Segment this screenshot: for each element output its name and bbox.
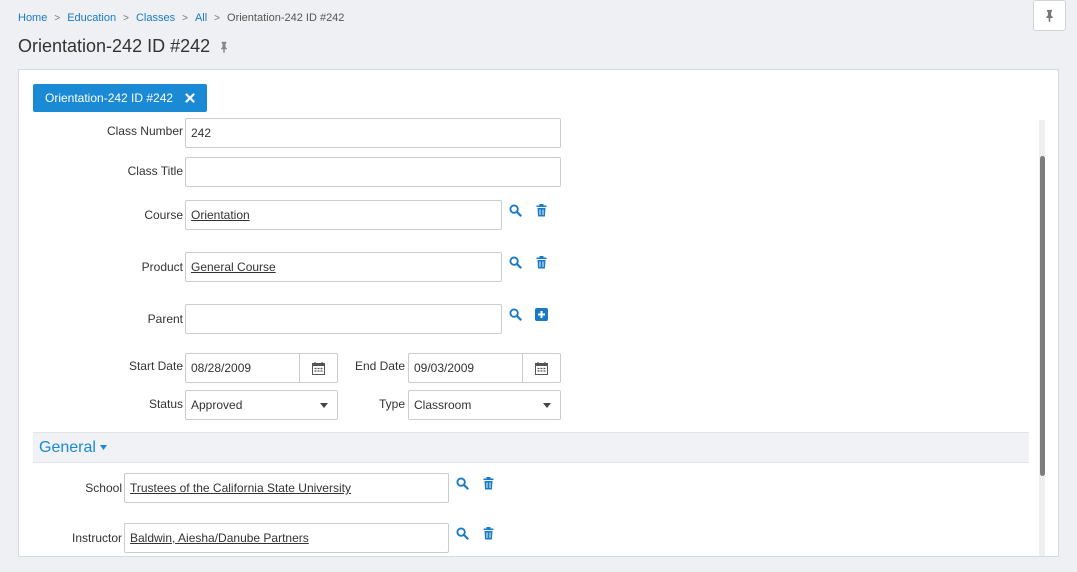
- parent-input[interactable]: [185, 304, 502, 334]
- type-value: Classroom: [414, 398, 472, 412]
- parent-label: Parent: [147, 312, 183, 326]
- trash-icon[interactable]: [480, 525, 496, 541]
- course-link[interactable]: Orientation: [191, 208, 250, 222]
- start-date-field: 08/28/2009: [185, 353, 338, 383]
- general-section-header[interactable]: General: [33, 432, 1029, 463]
- page-title: Orientation-242 ID #242: [18, 36, 211, 56]
- class-number-input[interactable]: 242: [185, 118, 561, 148]
- record-tab-label: Orientation-242 ID #242: [45, 91, 174, 105]
- end-date-label: End Date: [354, 359, 405, 373]
- start-date-input[interactable]: 08/28/2009: [186, 354, 300, 382]
- scrollbar-thumb[interactable]: [1040, 156, 1045, 476]
- status-label: Status: [148, 397, 183, 411]
- breadcrumb-all[interactable]: All: [195, 12, 207, 24]
- type-select[interactable]: Classroom: [408, 390, 561, 420]
- breadcrumb-classes[interactable]: Classes: [136, 12, 175, 24]
- search-icon[interactable]: [454, 525, 470, 541]
- breadcrumb: Home > Education > Classes > All > Orien…: [18, 12, 344, 24]
- class-title-label: Class Title: [127, 164, 183, 178]
- breadcrumb-home[interactable]: Home: [18, 12, 47, 24]
- breadcrumb-education[interactable]: Education: [67, 12, 116, 24]
- page-title-row: Orientation-242 ID #242: [18, 36, 230, 57]
- course-label: Course: [144, 208, 183, 222]
- instructor-label: Instructor: [71, 531, 122, 545]
- instructor-input[interactable]: Baldwin, Aiesha/Danube Partners: [124, 523, 449, 553]
- record-tab[interactable]: Orientation-242 ID #242: [33, 84, 208, 112]
- product-input[interactable]: General Course: [185, 252, 502, 282]
- search-icon[interactable]: [507, 202, 523, 218]
- close-icon[interactable]: [185, 93, 195, 103]
- trash-icon[interactable]: [480, 475, 496, 491]
- breadcrumb-separator: >: [54, 12, 61, 24]
- breadcrumb-separator: >: [214, 12, 221, 24]
- status-select[interactable]: Approved: [185, 390, 338, 420]
- course-input[interactable]: Orientation: [185, 200, 502, 230]
- search-icon[interactable]: [507, 254, 523, 270]
- class-number-label: Class Number: [106, 124, 183, 138]
- record-panel: Orientation-242 ID #242 Class Number 242…: [18, 69, 1059, 557]
- chevron-down-icon[interactable]: [534, 391, 560, 419]
- school-label: School: [85, 481, 122, 495]
- type-label: Type: [378, 397, 405, 411]
- product-link[interactable]: General Course: [191, 260, 276, 274]
- chevron-down-icon[interactable]: [311, 391, 337, 419]
- instructor-link[interactable]: Baldwin, Aiesha/Danube Partners: [130, 531, 309, 545]
- pin-page-button[interactable]: [1033, 0, 1066, 31]
- calendar-icon[interactable]: [300, 354, 337, 382]
- end-date-input[interactable]: 09/03/2009: [409, 354, 523, 382]
- status-value: Approved: [191, 398, 243, 412]
- caret-down-icon: [99, 445, 107, 450]
- pin-icon: [1043, 9, 1056, 22]
- general-section-label: General: [39, 438, 96, 456]
- end-date-field: 09/03/2009: [408, 353, 561, 383]
- trash-icon[interactable]: [533, 254, 549, 270]
- class-number-value: 242: [191, 126, 212, 140]
- school-link[interactable]: Trustees of the California State Univers…: [130, 481, 351, 495]
- breadcrumb-current: Orientation-242 ID #242: [227, 12, 345, 24]
- calendar-icon[interactable]: [523, 354, 560, 382]
- breadcrumb-separator: >: [123, 12, 129, 24]
- start-date-label: Start Date: [128, 359, 183, 373]
- product-label: Product: [141, 260, 183, 274]
- breadcrumb-separator: >: [182, 12, 188, 24]
- search-icon[interactable]: [454, 475, 470, 491]
- school-input[interactable]: Trustees of the California State Univers…: [124, 473, 449, 503]
- class-title-input[interactable]: [185, 157, 561, 187]
- trash-icon[interactable]: [533, 202, 549, 218]
- pin-icon[interactable]: [218, 41, 230, 53]
- search-icon[interactable]: [507, 306, 523, 322]
- plus-square-icon[interactable]: [533, 306, 549, 322]
